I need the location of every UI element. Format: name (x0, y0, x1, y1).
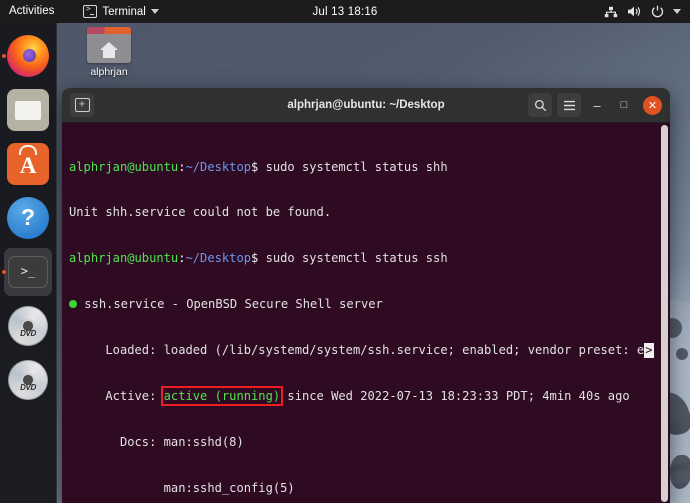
dvd-disc-icon: DVD (8, 360, 48, 400)
files-icon (7, 89, 49, 131)
dock: A ? >_ DVD DVD (0, 23, 57, 503)
activities-button[interactable]: Activities (0, 0, 63, 23)
dock-item-dvd-1[interactable]: DVD (0, 299, 56, 353)
terminal-line-prompt-1: alphrjan@ubuntu:~/Desktop$ sudo systemct… (69, 159, 448, 174)
terminal-line-loaded: Loaded: loaded (/lib/systemd/system/ssh.… (69, 343, 654, 359)
terminal-line-docs-2: man:sshd_config(5) (69, 480, 295, 495)
close-button[interactable]: ✕ (643, 95, 662, 115)
terminal-line-service-header: ssh.service - OpenBSD Secure Shell serve… (69, 297, 670, 312)
top-bar: Activities Terminal Jul 13 18:16 (0, 0, 690, 23)
app-menu-terminal[interactable]: Terminal (83, 4, 159, 18)
terminal-line-docs-1: Docs: man:sshd(8) (69, 434, 244, 449)
terminal-line-active: Active: active (running) since Wed 2022-… (69, 386, 630, 407)
search-icon (534, 99, 546, 111)
maximize-button[interactable]: □ (613, 94, 635, 116)
network-icon[interactable] (604, 6, 618, 18)
desktop-screen: Activities Terminal Jul 13 18:16 (0, 0, 690, 503)
dock-item-ubuntu-software[interactable]: A (0, 137, 56, 191)
prompt-user-host: alphrjan@ubuntu (69, 159, 179, 174)
titlebar-controls: – □ ✕ (528, 93, 664, 117)
chevron-down-icon (150, 9, 159, 14)
terminal-icon: >_ (8, 256, 48, 288)
terminal-line-error: Unit shh.service could not be found. (69, 205, 332, 220)
terminal-icon (83, 4, 98, 18)
help-icon: ? (7, 197, 49, 239)
new-tab-button[interactable] (70, 93, 94, 117)
terminal-output: alphrjan@ubuntu:~/Desktop$ sudo systemct… (62, 123, 670, 503)
desktop-icon-home-folder[interactable]: alphrjan (78, 27, 140, 78)
volume-icon[interactable] (627, 5, 642, 18)
dvd-disc-icon: DVD (8, 306, 48, 346)
hamburger-menu-icon (563, 100, 575, 110)
menu-button[interactable] (557, 93, 581, 117)
dock-item-dvd-2[interactable]: DVD (0, 353, 56, 407)
app-menu-label: Terminal (102, 5, 146, 18)
terminal-scrollbar[interactable] (661, 125, 668, 502)
home-folder-icon (87, 27, 131, 63)
dock-item-help[interactable]: ? (0, 191, 56, 245)
search-button[interactable] (528, 93, 552, 117)
desktop-icon-label: alphrjan (90, 66, 128, 78)
dock-item-files[interactable] (0, 83, 56, 137)
dock-item-terminal[interactable]: >_ (0, 245, 56, 299)
status-dot-icon (69, 299, 77, 308)
dock-item-firefox[interactable] (0, 29, 56, 83)
terminal-line-prompt-2: alphrjan@ubuntu:~/Desktop$ sudo systemct… (69, 251, 448, 266)
running-indicator (1, 54, 6, 58)
active-running-highlight: active (running) (160, 386, 284, 407)
terminal-titlebar[interactable]: alphrjan@ubuntu: ~/Desktop – □ ✕ (62, 88, 670, 123)
running-indicator (1, 270, 6, 274)
line-wrap-marker: > (644, 343, 654, 359)
power-icon[interactable] (651, 5, 664, 18)
firefox-icon (7, 35, 49, 77)
ubuntu-software-icon: A (7, 143, 49, 185)
new-tab-icon (74, 98, 90, 112)
minimize-button[interactable]: – (586, 94, 608, 116)
system-tray[interactable] (604, 5, 690, 18)
terminal-window: alphrjan@ubuntu: ~/Desktop – □ ✕ (62, 88, 670, 503)
chevron-down-icon[interactable] (673, 9, 681, 14)
terminal-body[interactable]: alphrjan@ubuntu:~/Desktop$ sudo systemct… (62, 123, 670, 503)
